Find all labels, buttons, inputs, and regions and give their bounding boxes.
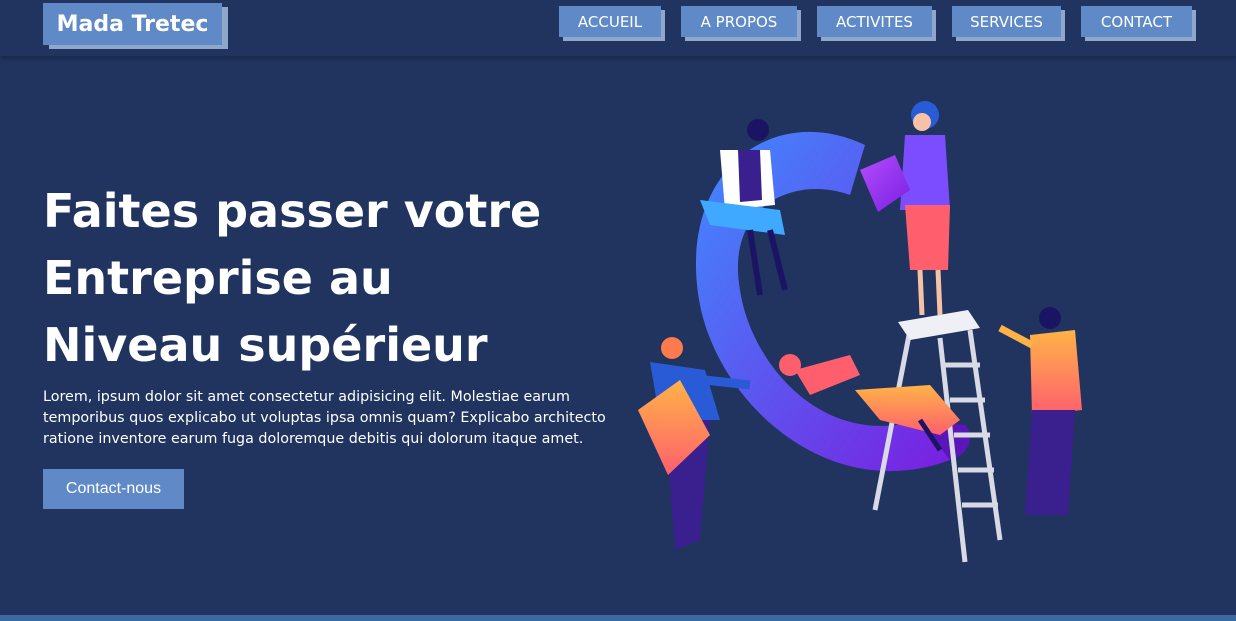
brand-logo[interactable]: Mada Tretec xyxy=(43,3,222,45)
nav-accueil[interactable]: ACCUEIL xyxy=(559,6,661,37)
nav-contact[interactable]: CONTACT xyxy=(1081,6,1192,37)
hero-title-line: Faites passer votre xyxy=(43,184,542,238)
navbar: Mada Tretec ACCUEIL A PROPOS ACTIVITES S… xyxy=(0,0,1236,56)
nav-services[interactable]: SERVICES xyxy=(952,6,1061,37)
footer-strip xyxy=(0,615,1236,621)
nav-activites[interactable]: ACTIVITES xyxy=(817,6,932,37)
hero-illustration xyxy=(638,101,1082,563)
person-top-right xyxy=(860,101,950,316)
contact-us-button[interactable]: Contact-nous xyxy=(43,469,184,509)
hero-title-line: Niveau supérieur xyxy=(43,318,488,372)
hero-description: Lorem, ipsum dolor sit amet consectetur … xyxy=(43,389,606,447)
nav-a-propos[interactable]: A PROPOS xyxy=(681,6,797,37)
hero-title-line: Entreprise au xyxy=(43,251,393,305)
person-right xyxy=(998,307,1082,515)
hero-title: Faites passer votre Entreprise au Niveau… xyxy=(43,178,563,379)
